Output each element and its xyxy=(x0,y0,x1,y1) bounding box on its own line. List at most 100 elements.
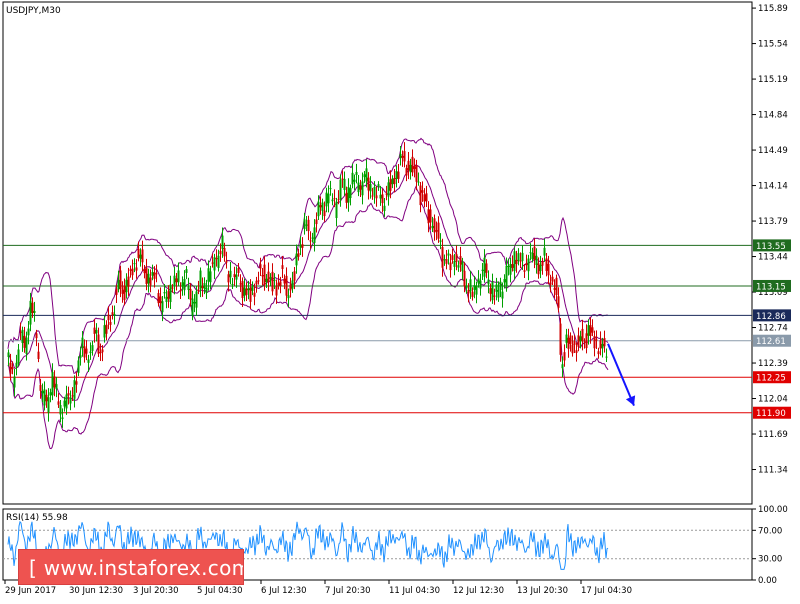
candle-body xyxy=(309,240,312,242)
price-tick-label: 111.34 xyxy=(758,466,788,476)
candle-body xyxy=(429,209,432,223)
candle-body xyxy=(463,270,466,287)
price-tick-label: 113.44 xyxy=(758,253,788,263)
candle-body xyxy=(117,279,120,290)
candle-body xyxy=(543,247,546,256)
candle-body xyxy=(123,285,126,301)
candle-body xyxy=(483,257,486,277)
candle-body xyxy=(427,209,430,224)
candle-body xyxy=(155,273,158,275)
price-tick-label: 113.79 xyxy=(758,217,788,227)
candle-body xyxy=(599,340,602,349)
candle-body xyxy=(207,268,210,282)
candle-body xyxy=(423,194,426,202)
candle-body xyxy=(355,171,358,175)
candle-body xyxy=(379,194,382,199)
candle-body xyxy=(85,348,88,354)
candle-body xyxy=(89,351,92,354)
candle-body xyxy=(281,265,284,270)
candle-body xyxy=(499,281,502,291)
symbol-label: USDJPY,M30 xyxy=(6,6,61,16)
candle-body xyxy=(19,331,22,333)
candle-body xyxy=(449,262,452,271)
price-tick-label: 115.19 xyxy=(758,75,788,85)
level-label-113-55: 113.55 xyxy=(756,242,786,252)
candle-body xyxy=(271,271,274,292)
candle-body xyxy=(531,252,534,260)
candle-body xyxy=(83,346,86,358)
candle-body xyxy=(451,255,454,260)
candle-body xyxy=(557,296,560,308)
candle-body xyxy=(479,280,482,289)
candle-body xyxy=(153,272,156,279)
candle-body xyxy=(361,181,364,196)
candle-body xyxy=(289,284,292,291)
candle-body xyxy=(229,270,232,278)
candle-body xyxy=(403,151,406,162)
candle-body xyxy=(413,166,416,169)
candle-body xyxy=(357,182,360,193)
candle-body xyxy=(501,291,504,299)
candle-body xyxy=(507,265,510,267)
candle-body xyxy=(255,280,258,285)
candle-body xyxy=(141,249,144,263)
candle-body xyxy=(175,278,178,283)
candle-body xyxy=(61,417,64,420)
candle-body xyxy=(225,260,228,263)
candle-body xyxy=(189,288,192,300)
candle-body xyxy=(73,380,76,399)
candle-body xyxy=(505,265,508,287)
candle-body xyxy=(587,325,590,336)
candle-body xyxy=(515,259,518,265)
candle-body xyxy=(217,255,220,268)
candle-body xyxy=(219,250,222,255)
candle-body xyxy=(443,259,446,261)
x-tick-label: 13 Jul 20:30 xyxy=(517,586,568,596)
candle-body xyxy=(115,288,118,295)
candle-body xyxy=(37,351,40,359)
candle-body xyxy=(387,182,390,197)
rsi-label: RSI(14) 55.98 xyxy=(6,513,68,523)
chart-canvas: USDJPY,M30 115.89 115.54 115.19 114.84 114.49… xyxy=(2,1,791,596)
price-tick-label: 114.84 xyxy=(758,111,788,121)
candle-body xyxy=(375,195,378,199)
candle-body xyxy=(215,258,218,260)
candle-body xyxy=(23,335,26,348)
candle-body xyxy=(139,254,142,259)
candle-body xyxy=(213,257,216,271)
candle-body xyxy=(151,271,154,276)
candle-body xyxy=(177,270,180,283)
candle-body xyxy=(397,171,400,179)
candle-body xyxy=(393,177,396,185)
candle-body xyxy=(109,321,112,325)
candle-body xyxy=(545,258,548,271)
candle-body xyxy=(603,338,606,347)
candle-body xyxy=(359,185,362,190)
candle-body xyxy=(513,251,516,272)
level-label-113-15: 113.15 xyxy=(756,282,786,292)
candle-body xyxy=(121,289,124,294)
candle-body xyxy=(17,349,20,364)
candle-body xyxy=(343,178,346,190)
candle-body xyxy=(63,400,66,407)
candle-body xyxy=(163,292,166,294)
rsi-tick-label: 0.00 xyxy=(758,576,777,586)
candle-body xyxy=(147,273,150,284)
candle-body xyxy=(125,279,128,293)
candle-body xyxy=(527,258,530,272)
candle-body xyxy=(247,288,250,291)
candle-body xyxy=(351,172,354,185)
candle-body xyxy=(245,288,248,295)
candle-body xyxy=(469,279,472,292)
candle-body xyxy=(431,225,434,229)
candle-body xyxy=(567,337,570,349)
x-tick-label: 30 Jun 12:30 xyxy=(69,586,123,596)
candle-body xyxy=(173,275,176,286)
x-tick-label: 29 Jun 2017 xyxy=(5,586,56,596)
candle-body xyxy=(185,269,188,273)
candle-body xyxy=(161,301,164,313)
candle-body xyxy=(283,278,286,284)
candle-body xyxy=(179,289,182,292)
candle-body xyxy=(347,187,350,203)
candle-body xyxy=(205,287,208,293)
